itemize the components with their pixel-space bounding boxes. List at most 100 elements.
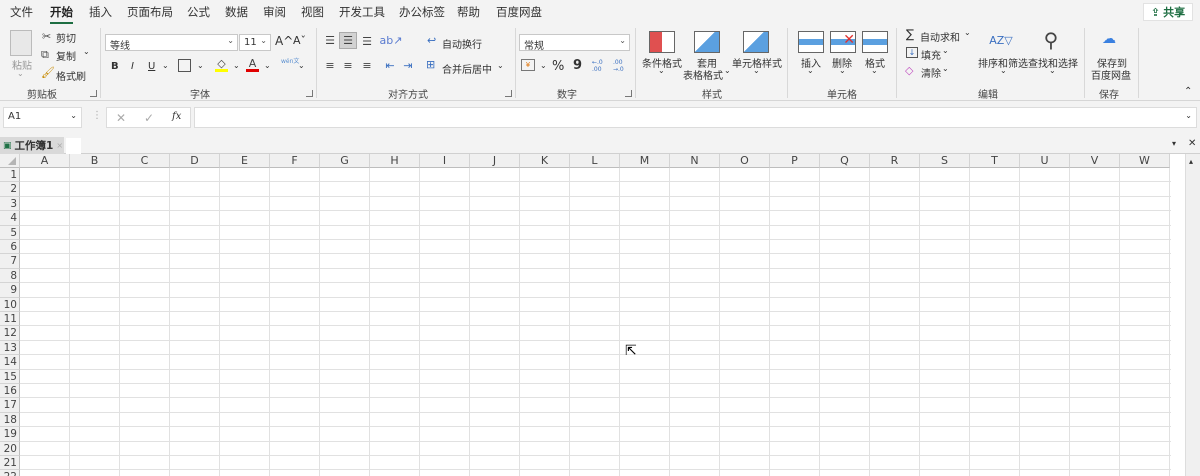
clear-button[interactable]: 清除 (921, 65, 941, 80)
decrease-indent-icon[interactable]: ⇤ (382, 57, 398, 73)
chevron-down-icon[interactable]: ⌄ (839, 66, 846, 75)
menu-help[interactable]: 帮助 (457, 4, 480, 20)
chevron-down-icon[interactable]: ⌄ (942, 46, 949, 55)
underline-dropdown-icon[interactable]: ⌄ (162, 61, 169, 70)
chevron-down-icon[interactable]: ⌄ (724, 66, 731, 75)
align-right-icon[interactable]: ≡ (359, 57, 375, 73)
wrap-text-button[interactable]: 自动换行 (442, 36, 482, 51)
row-header[interactable]: 1 (0, 168, 20, 183)
percent-button[interactable]: % (552, 59, 564, 74)
font-launcher-icon[interactable] (306, 90, 313, 97)
orientation-icon[interactable]: ab↗ (380, 32, 403, 48)
column-header[interactable]: T (970, 154, 1020, 168)
column-header[interactable]: Q (820, 154, 870, 168)
highlight-dropdown-icon[interactable]: ⌄ (233, 61, 240, 70)
column-header[interactable]: W (1120, 154, 1170, 168)
menu-page-layout[interactable]: 页面布局 (127, 4, 173, 20)
row-header[interactable]: 21 (0, 456, 20, 471)
formula-input[interactable]: ⌄ (194, 107, 1197, 128)
share-button[interactable]: ⇪ 共享 (1143, 3, 1193, 21)
column-header[interactable]: L (570, 154, 620, 168)
menu-formulas[interactable]: 公式 (187, 4, 210, 20)
row-header[interactable]: 15 (0, 369, 20, 384)
bold-button[interactable]: B (111, 61, 119, 72)
align-bottom-icon[interactable]: ☰ (359, 33, 375, 49)
column-header[interactable]: H (370, 154, 420, 168)
autosum-button[interactable]: 自动求和 (920, 29, 960, 44)
phonetic-dropdown-icon[interactable]: ⌄ (298, 61, 305, 70)
column-header[interactable]: P (770, 154, 820, 168)
font-size-select[interactable]: 11 ⌄ (239, 34, 271, 51)
tab-list-dropdown-icon[interactable]: ▾ (1172, 139, 1176, 148)
currency-dropdown-icon[interactable]: ⌄ (540, 61, 547, 70)
column-header[interactable]: C (120, 154, 170, 168)
menu-developer[interactable]: 开发工具 (339, 4, 385, 20)
number-launcher-icon[interactable] (625, 90, 632, 97)
decrease-decimal-button[interactable]: .00 →.0 (613, 59, 627, 73)
row-header[interactable]: 2 (0, 182, 20, 197)
row-header[interactable]: 8 (0, 268, 20, 284)
italic-button[interactable]: I (131, 61, 134, 72)
drag-handle-icon[interactable]: ⋮ (92, 110, 102, 121)
row-header[interactable]: 9 (0, 283, 20, 298)
row-header[interactable]: 12 (0, 326, 20, 341)
phonetic-button[interactable]: wén文 (281, 58, 299, 65)
column-header[interactable]: N (670, 154, 720, 168)
row-header[interactable]: 11 (0, 312, 20, 327)
chevron-down-icon[interactable]: ⌄ (1000, 66, 1007, 75)
column-header[interactable]: M (620, 154, 670, 168)
border-icon[interactable] (178, 59, 191, 72)
align-middle-icon[interactable]: ☰ (339, 32, 357, 49)
chevron-down-icon[interactable]: ⌄ (871, 66, 878, 75)
chevron-down-icon[interactable]: ⌄ (658, 66, 665, 75)
align-top-icon[interactable]: ☰ (322, 32, 338, 48)
row-header[interactable]: 6 (0, 240, 20, 255)
row-header[interactable]: 18 (0, 412, 20, 428)
column-header[interactable]: O (720, 154, 770, 168)
column-header[interactable]: D (170, 154, 220, 168)
row-header[interactable]: 20 (0, 441, 20, 456)
column-header[interactable]: A (20, 154, 70, 168)
format-painter-button[interactable]: 格式刷 (56, 68, 86, 83)
menu-view[interactable]: 视图 (301, 4, 324, 20)
cut-button[interactable]: 剪切 (56, 30, 76, 45)
new-tab-button[interactable] (66, 138, 81, 154)
collapse-ribbon-icon[interactable]: ⌃ (1184, 86, 1192, 97)
row-header[interactable]: 3 (0, 196, 20, 212)
close-tab-icon[interactable]: × (56, 141, 63, 150)
increase-decimal-button[interactable]: ←.0 .00 (592, 59, 606, 73)
copy-dropdown-icon[interactable]: ⌄ (83, 47, 90, 56)
column-header[interactable]: F (270, 154, 320, 168)
chevron-down-icon[interactable]: ⌄ (753, 66, 760, 75)
alignment-launcher-icon[interactable] (505, 90, 512, 97)
shrink-font-button[interactable]: Aˇ (293, 34, 306, 47)
chevron-down-icon[interactable]: ⌄ (807, 66, 814, 75)
comma-button[interactable]: 9 (573, 58, 582, 73)
enter-icon[interactable]: ✓ (144, 111, 154, 125)
increase-indent-icon[interactable]: ⇥ (400, 57, 416, 73)
vertical-scrollbar[interactable]: ▴ (1185, 154, 1200, 476)
merge-dropdown-icon[interactable]: ⌄ (497, 61, 504, 70)
insert-function-button[interactable]: fx (172, 111, 181, 122)
menu-insert[interactable]: 插入 (89, 4, 112, 20)
row-header[interactable]: 10 (0, 297, 20, 312)
expand-formula-bar-icon[interactable]: ⌄ (1185, 111, 1192, 120)
chevron-down-icon[interactable]: ⌄ (1049, 66, 1056, 75)
row-header[interactable]: 7 (0, 254, 20, 269)
copy-button[interactable]: 复制 (56, 48, 76, 63)
row-header[interactable]: 16 (0, 384, 20, 399)
row-header[interactable]: 19 (0, 427, 20, 442)
font-color-icon[interactable]: A (246, 57, 259, 72)
menu-review[interactable]: 审阅 (263, 4, 286, 20)
column-header[interactable]: K (520, 154, 570, 168)
column-header[interactable]: U (1020, 154, 1070, 168)
name-box[interactable]: A1 ⌄ (3, 107, 82, 128)
column-header[interactable]: E (220, 154, 270, 168)
menu-home[interactable]: 开始 (50, 4, 73, 24)
clipboard-launcher-icon[interactable] (90, 90, 97, 97)
workbook-tab[interactable]: ▣ 工作簿1 × (0, 137, 64, 154)
column-header[interactable]: B (70, 154, 120, 168)
menu-office-tab[interactable]: 办公标签 (399, 4, 445, 20)
chevron-down-icon[interactable]: ⌄ (942, 64, 949, 73)
column-header[interactable]: G (320, 154, 370, 168)
